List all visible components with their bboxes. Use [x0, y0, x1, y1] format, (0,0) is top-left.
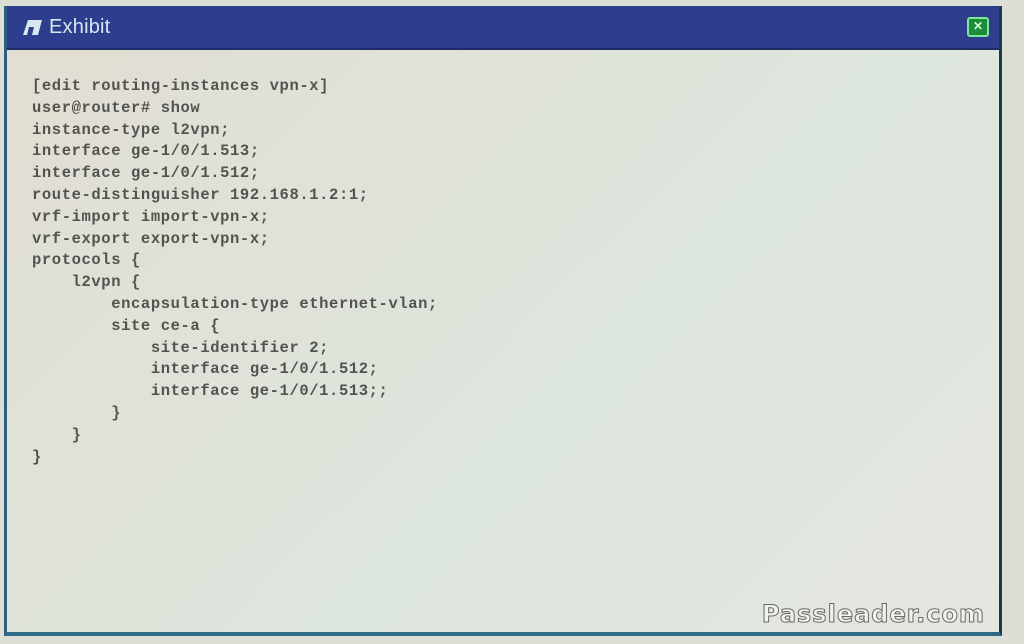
- code-line: interface ge-1/0/1.513;: [32, 142, 260, 161]
- code-line: site-identifier 2;: [32, 338, 330, 357]
- watermark: Passleader.com: [761, 600, 985, 629]
- code-line: }: [32, 403, 122, 422]
- code-line: site ce-a {: [32, 316, 221, 335]
- code-line: protocols {: [32, 251, 141, 270]
- code-line: user@router# show: [32, 98, 201, 117]
- exhibit-icon: [21, 18, 43, 36]
- code-line: interface ge-1/0/1.512;: [32, 360, 379, 379]
- window-title: Exhibit: [49, 15, 111, 38]
- exhibit-window: Exhibit ✕ [edit routing-instances vpn-x]…: [4, 6, 1002, 636]
- code-line: vrf-import import-vpn-x;: [32, 207, 270, 226]
- code-line: [edit routing-instances vpn-x]: [32, 77, 330, 95]
- close-icon: ✕: [972, 19, 984, 33]
- code-line: l2vpn {: [32, 273, 141, 292]
- code-line: instance-type l2vpn;: [32, 120, 231, 139]
- code-line: }: [32, 425, 82, 444]
- close-button[interactable]: ✕: [967, 17, 989, 37]
- config-output: [edit routing-instances vpn-x] user@route…: [32, 76, 438, 468]
- code-line: encapsulation-type ethernet-vlan;: [32, 294, 438, 313]
- code-line: route-distinguisher 192.168.1.2:1;: [32, 185, 369, 204]
- code-line: interface ge-1/0/1.512;: [32, 164, 260, 183]
- code-line: }: [32, 447, 42, 466]
- code-line: interface ge-1/0/1.513;;: [32, 382, 389, 401]
- code-line: vrf-export export-vpn-x;: [32, 229, 270, 248]
- title-bar: Exhibit ✕: [7, 6, 999, 50]
